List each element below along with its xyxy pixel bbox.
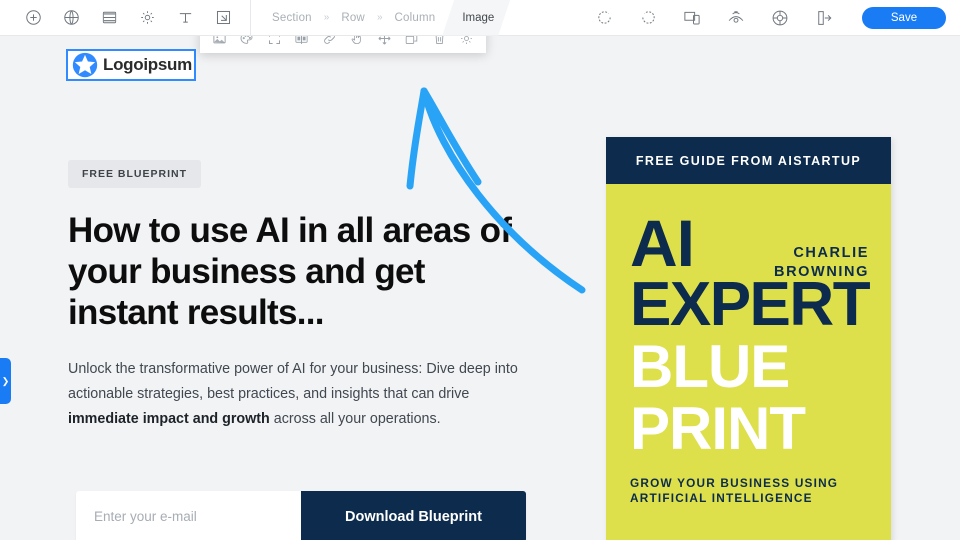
cover-line-print: PRINT [630,395,806,462]
preview-eye-icon[interactable] [714,0,758,36]
toolbar-divider [250,0,251,36]
resize-icon[interactable] [204,0,242,36]
paragraph-lead: Unlock the transformative power of AI fo… [68,361,518,402]
breadcrumb-item-section[interactable]: Section [261,0,323,36]
save-button[interactable]: Save [862,6,946,29]
signup-form: Download Blueprint [76,491,526,540]
cover-tagline-line2: ARTIFICIAL INTELLIGENCE [630,491,813,505]
cover-top-band: FREE GUIDE FROM AISTARTUP [606,137,891,184]
breadcrumb-item-image-active[interactable]: Image [442,0,510,36]
download-blueprint-button[interactable]: Download Blueprint [301,491,526,540]
cover-author: CHARLIE BROWNING [774,244,869,282]
cover-line-blue: BLUE [630,333,790,400]
star-circle-icon [72,52,98,78]
logo-text: Logoipsum [103,55,192,74]
cover-author-last: BROWNING [774,264,869,280]
hero-paragraph: Unlock the transformative power of AI fo… [68,357,538,431]
exit-icon[interactable] [802,0,846,36]
cover-tagline-line1: GROW YOUR BUSINESS USING [630,476,839,490]
globe-icon[interactable] [52,0,90,36]
email-field[interactable] [76,491,301,540]
logo-block[interactable]: Logoipsum [66,49,196,81]
editor-canvas: ❯ Logoipsum FREE BLUEPRINT How to use AI… [0,36,960,540]
app-root: Section » Row » Column Image Save ❯ Logo… [0,0,960,540]
toolbar-left-group [0,0,251,36]
breadcrumb-item-column[interactable]: Column [384,0,447,36]
layers-icon[interactable] [90,0,128,36]
breadcrumb-separator: » [376,12,383,23]
paragraph-emphasis: immediate impact and growth [68,410,270,427]
breadcrumb-item-row[interactable]: Row [330,0,376,36]
responsive-icon[interactable] [670,0,714,36]
page-title: How to use AI in all areas of your busin… [68,211,512,332]
gear-icon[interactable] [128,0,166,36]
help-circle-icon[interactable] [758,0,802,36]
cover-author-first: CHARLIE [793,245,869,261]
book-cover-image[interactable]: FREE GUIDE FROM AISTARTUP CHARLIE BROWNI… [606,137,891,540]
hero-content: FREE BLUEPRINT How to use AI in all area… [68,160,538,431]
redo-icon[interactable] [626,0,670,36]
chevron-right-icon: ❯ [1,375,10,386]
paragraph-tail: across all your operations. [269,410,441,427]
undo-icon[interactable] [582,0,626,36]
cover-tagline: GROW YOUR BUSINESS USING ARTIFICIAL INTE… [630,476,867,506]
text-icon[interactable] [166,0,204,36]
sidebar-flyout-tab[interactable]: ❯ [0,358,11,404]
top-toolbar: Section » Row » Column Image Save [0,0,960,36]
cover-body: CHARLIE BROWNING AI EXPERT BLUE PRINT GR… [606,184,891,506]
breadcrumb-separator: » [323,12,330,23]
cover-line-expert: EXPERT [630,270,871,339]
add-icon[interactable] [14,0,52,36]
toolbar-right-group: Save [582,0,960,36]
free-blueprint-badge: FREE BLUEPRINT [68,160,202,188]
cover-band-text: FREE GUIDE FROM AISTARTUP [635,153,862,168]
breadcrumb: Section » Row » Column Image [261,0,510,36]
